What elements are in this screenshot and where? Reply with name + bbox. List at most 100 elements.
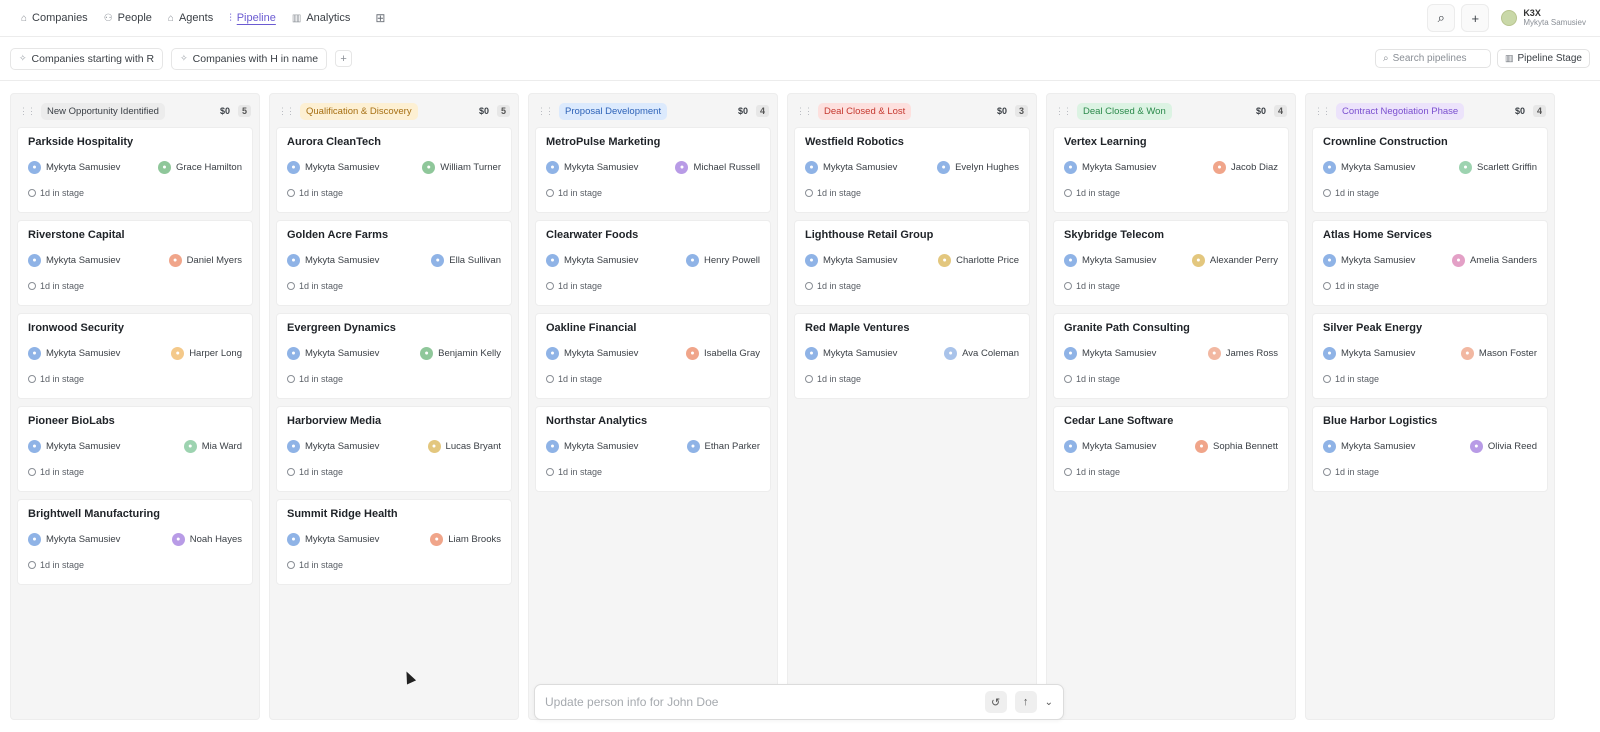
owner-chip[interactable]: ● Mykyta Samusiev <box>28 347 120 360</box>
contact-chip[interactable]: ● Michael Russell <box>675 161 760 174</box>
owner-chip[interactable]: ● Mykyta Samusiev <box>1064 347 1156 360</box>
drag-handle-icon[interactable]: ⋮⋮ <box>19 106 36 117</box>
owner-chip[interactable]: ● Mykyta Samusiev <box>28 533 120 546</box>
owner-chip[interactable]: ● Mykyta Samusiev <box>805 347 897 360</box>
contact-chip[interactable]: ● Sophia Bennett <box>1195 440 1278 453</box>
nav-item-agents[interactable]: ⌂ Agents <box>161 8 220 28</box>
contact-chip[interactable]: ● Ella Sullivan <box>431 254 501 267</box>
owner-chip[interactable]: ● Mykyta Samusiev <box>287 347 379 360</box>
deal-card[interactable]: Evergreen Dynamics ● Mykyta Samusiev ● Benja… <box>276 313 512 399</box>
drag-handle-icon[interactable]: ⋮⋮ <box>796 106 813 117</box>
deal-card[interactable]: Northstar Analytics ● Mykyta Samusiev ● Etha… <box>535 406 771 492</box>
owner-chip[interactable]: ● Mykyta Samusiev <box>546 254 638 267</box>
contact-chip[interactable]: ● Alexander Perry <box>1191 254 1278 267</box>
history-button[interactable]: ↺ <box>984 691 1007 713</box>
send-button[interactable]: ↑ <box>1014 691 1037 713</box>
contact-chip[interactable]: ● Henry Powell <box>686 254 760 267</box>
assistant-prompt-input[interactable] <box>545 695 977 709</box>
contact-chip[interactable]: ● Lucas Bryant <box>427 440 501 453</box>
contact-chip[interactable]: ● Grace Hamilton <box>158 161 242 174</box>
owner-chip[interactable]: ● Mykyta Samusiev <box>28 161 120 174</box>
stage-pill[interactable]: Proposal Development <box>559 102 668 120</box>
nav-item-people[interactable]: ⚇ People <box>97 8 159 28</box>
contact-chip[interactable]: ● Evelyn Hughes <box>937 161 1019 174</box>
stage-pill[interactable]: Qualification & Discovery <box>300 102 418 120</box>
stage-pill[interactable]: Deal Closed & Won <box>1077 102 1172 120</box>
contact-chip[interactable]: ● Amelia Sanders <box>1451 254 1537 267</box>
contact-chip[interactable]: ● Ava Coleman <box>944 347 1019 360</box>
owner-chip[interactable]: ● Mykyta Samusiev <box>1064 440 1156 453</box>
owner-chip[interactable]: ● Mykyta Samusiev <box>1064 254 1156 267</box>
deal-card[interactable]: Summit Ridge Health ● Mykyta Samusiev ● Liam… <box>276 499 512 585</box>
deal-card[interactable]: Red Maple Ventures ● Mykyta Samusiev ● Ava C… <box>794 313 1030 399</box>
drag-handle-icon[interactable]: ⋮⋮ <box>537 106 554 117</box>
deal-card[interactable]: Crownline Construction ● Mykyta Samusiev ● S… <box>1312 127 1548 213</box>
owner-chip[interactable]: ● Mykyta Samusiev <box>1064 161 1156 174</box>
pipeline-stage-button[interactable]: ▥ Pipeline Stage <box>1496 49 1590 68</box>
contact-chip[interactable]: ● Liam Brooks <box>430 533 501 546</box>
deal-card[interactable]: Brightwell Manufacturing ● Mykyta Samusiev… <box>17 499 253 585</box>
deal-card[interactable]: Clearwater Foods ● Mykyta Samusiev ● Henry P… <box>535 220 771 306</box>
deal-card[interactable]: Vertex Learning ● Mykyta Samusiev ● Jacob Di… <box>1053 127 1289 213</box>
chevron-down-icon[interactable]: ⌄ <box>1045 697 1053 708</box>
deal-card[interactable]: MetroPulse Marketing ● Mykyta Samusiev ● Mic… <box>535 127 771 213</box>
owner-chip[interactable]: ● Mykyta Samusiev <box>1323 254 1415 267</box>
drag-handle-icon[interactable]: ⋮⋮ <box>1314 106 1331 117</box>
owner-chip[interactable]: ● Mykyta Samusiev <box>28 254 120 267</box>
owner-chip[interactable]: ● Mykyta Samusiev <box>1323 440 1415 453</box>
owner-chip[interactable]: ● Mykyta Samusiev <box>287 533 379 546</box>
owner-chip[interactable]: ● Mykyta Samusiev <box>1323 347 1415 360</box>
owner-chip[interactable]: ● Mykyta Samusiev <box>1323 161 1415 174</box>
contact-chip[interactable]: ● Scarlett Griffin <box>1458 161 1537 174</box>
contact-chip[interactable]: ● Mason Foster <box>1460 347 1537 360</box>
deal-card[interactable]: Granite Path Consulting ● Mykyta Samusiev ●… <box>1053 313 1289 399</box>
drag-handle-icon[interactable]: ⋮⋮ <box>1055 106 1072 117</box>
search-button[interactable]: ⌕ <box>1427 4 1456 32</box>
stage-pill[interactable]: New Opportunity Identified <box>41 102 165 120</box>
contact-chip[interactable]: ● Charlotte Price <box>938 254 1019 267</box>
deal-card[interactable]: Harborview Media ● Mykyta Samusiev ● Lucas B… <box>276 406 512 492</box>
owner-chip[interactable]: ● Mykyta Samusiev <box>546 161 638 174</box>
contact-chip[interactable]: ● Noah Hayes <box>171 533 242 546</box>
contact-chip[interactable]: ● Daniel Myers <box>168 254 242 267</box>
add-button[interactable]: + <box>1461 4 1490 32</box>
deal-card[interactable]: Lighthouse Retail Group ● Mykyta Samusiev ●… <box>794 220 1030 306</box>
deal-card[interactable]: Parkside Hospitality ● Mykyta Samusiev ● Gra… <box>17 127 253 213</box>
nav-item-analytics[interactable]: ▥ Analytics <box>285 8 357 28</box>
owner-chip[interactable]: ● Mykyta Samusiev <box>546 347 638 360</box>
contact-chip[interactable]: ● Olivia Reed <box>1469 440 1537 453</box>
filter-chip-1[interactable]: ✧ Companies starting with R <box>10 47 164 70</box>
apps-grid-icon[interactable]: ⊞ <box>371 9 389 27</box>
drag-handle-icon[interactable]: ⋮⋮ <box>278 106 295 117</box>
deal-card[interactable]: Silver Peak Energy ● Mykyta Samusiev ● Mason… <box>1312 313 1548 399</box>
contact-chip[interactable]: ● Mia Ward <box>183 440 242 453</box>
owner-chip[interactable]: ● Mykyta Samusiev <box>287 440 379 453</box>
contact-chip[interactable]: ● James Ross <box>1207 347 1278 360</box>
filter-chip-2[interactable]: ✧ Companies with H in name <box>171 47 328 70</box>
contact-chip[interactable]: ● Isabella Gray <box>686 347 760 360</box>
nav-item-pipeline[interactable]: ⫶ Pipeline <box>222 8 283 28</box>
deal-card[interactable]: Pioneer BioLabs ● Mykyta Samusiev ● Mia Ward… <box>17 406 253 492</box>
owner-chip[interactable]: ● Mykyta Samusiev <box>805 161 897 174</box>
deal-card[interactable]: Blue Harbor Logistics ● Mykyta Samusiev ● Ol… <box>1312 406 1548 492</box>
stage-pill[interactable]: Deal Closed & Lost <box>818 102 912 120</box>
deal-card[interactable]: Skybridge Telecom ● Mykyta Samusiev ● Alexan… <box>1053 220 1289 306</box>
contact-chip[interactable]: ● Ethan Parker <box>686 440 760 453</box>
deal-card[interactable]: Ironwood Security ● Mykyta Samusiev ● Harper… <box>17 313 253 399</box>
deal-card[interactable]: Aurora CleanTech ● Mykyta Samusiev ● William… <box>276 127 512 213</box>
contact-chip[interactable]: ● William Turner <box>422 161 501 174</box>
deal-card[interactable]: Cedar Lane Software ● Mykyta Samusiev ● Soph… <box>1053 406 1289 492</box>
contact-chip[interactable]: ● Jacob Diaz <box>1213 161 1278 174</box>
contact-chip[interactable]: ● Harper Long <box>171 347 242 360</box>
deal-card[interactable]: Atlas Home Services ● Mykyta Samusiev ● Amel… <box>1312 220 1548 306</box>
workspace-switcher[interactable]: K3X Mykyta Samusiev <box>1501 8 1586 28</box>
add-filter-button[interactable]: + <box>335 50 353 67</box>
nav-item-companies[interactable]: ⌂ Companies <box>14 8 95 28</box>
owner-chip[interactable]: ● Mykyta Samusiev <box>287 254 379 267</box>
owner-chip[interactable]: ● Mykyta Samusiev <box>287 161 379 174</box>
owner-chip[interactable]: ● Mykyta Samusiev <box>546 440 638 453</box>
owner-chip[interactable]: ● Mykyta Samusiev <box>805 254 897 267</box>
owner-chip[interactable]: ● Mykyta Samusiev <box>28 440 120 453</box>
contact-chip[interactable]: ● Benjamin Kelly <box>420 347 501 360</box>
deal-card[interactable]: Westfield Robotics ● Mykyta Samusiev ● Evely… <box>794 127 1030 213</box>
